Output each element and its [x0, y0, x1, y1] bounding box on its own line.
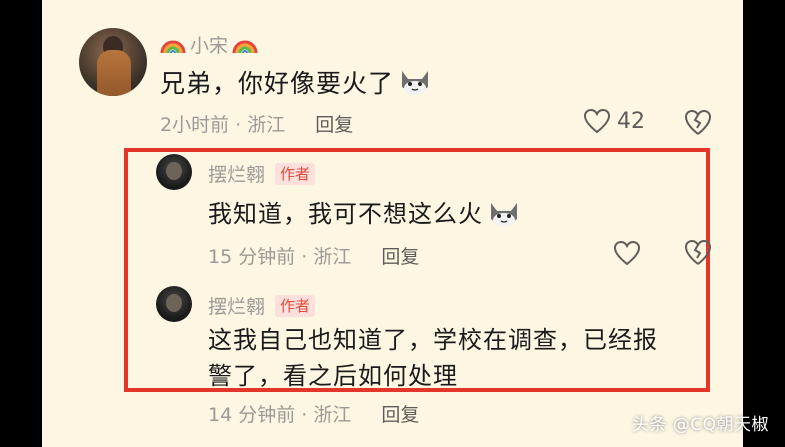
reply-username[interactable]: 摆烂翱 [208, 160, 265, 187]
reply-meta: 15 分钟前 · 浙江 回复 [208, 242, 419, 269]
comment-text: 兄弟，你好像要火了 [160, 64, 432, 100]
broken-heart-icon[interactable] [683, 108, 713, 136]
reply-username[interactable]: 摆烂翱 [208, 292, 265, 319]
author-badge: 作者 [275, 294, 316, 317]
cat-face-icon [491, 203, 517, 227]
like-count: 42 [617, 108, 645, 134]
avatar-figure [97, 50, 131, 96]
reply-text-line: 我知道，我可不想这么火 [208, 200, 483, 228]
comment-username[interactable]: 小宋 [190, 31, 228, 58]
reply-text: 我知道，我可不想这么火 [208, 196, 521, 232]
comment-meta: 2小时前 · 浙江 回复 [160, 110, 353, 137]
heart-outline-icon[interactable] [613, 240, 641, 266]
reply-time-location: 14 分钟前 · 浙江 [208, 404, 352, 426]
comment-time-location: 2小时前 · 浙江 [160, 114, 286, 136]
avatar-face [166, 294, 182, 312]
watermark: 头条 @CQ朝天椒 [631, 415, 769, 435]
avatar[interactable] [156, 286, 192, 322]
reply-text-line: 警了，看之后如何处理 [208, 362, 458, 390]
reply-username-row: 摆烂翱 作者 [208, 160, 316, 187]
reply-button[interactable]: 回复 [315, 110, 353, 137]
avatar[interactable] [79, 28, 147, 96]
broken-heart-icon[interactable] [683, 238, 713, 266]
letterbox-left [0, 0, 42, 447]
reply-text-line: 这我自己也知道了，学校在调查，已经报 [208, 326, 658, 354]
author-badge: 作者 [275, 162, 316, 185]
like-button[interactable]: 42 [583, 108, 645, 134]
reply-button[interactable]: 回复 [381, 400, 419, 427]
reply-meta: 14 分钟前 · 浙江 回复 [208, 400, 419, 427]
comment-text-body: 兄弟，你好像要火了 [160, 69, 395, 98]
heart-outline-icon [583, 108, 611, 134]
cat-face-icon [402, 71, 429, 95]
reply-username-row: 摆烂翱 作者 [208, 292, 316, 319]
reply-text: 这我自己也知道了，学校在调查，已经报 警了，看之后如何处理 [208, 322, 658, 394]
comment-username-row: 小宋 [160, 30, 258, 58]
reply-time-location: 15 分钟前 · 浙江 [208, 246, 352, 268]
reply-button[interactable]: 回复 [381, 242, 419, 269]
avatar-face [166, 162, 182, 180]
rainbow-icon [160, 40, 186, 54]
rainbow-icon [232, 40, 258, 54]
letterbox-right [743, 0, 785, 447]
avatar[interactable] [156, 154, 192, 190]
